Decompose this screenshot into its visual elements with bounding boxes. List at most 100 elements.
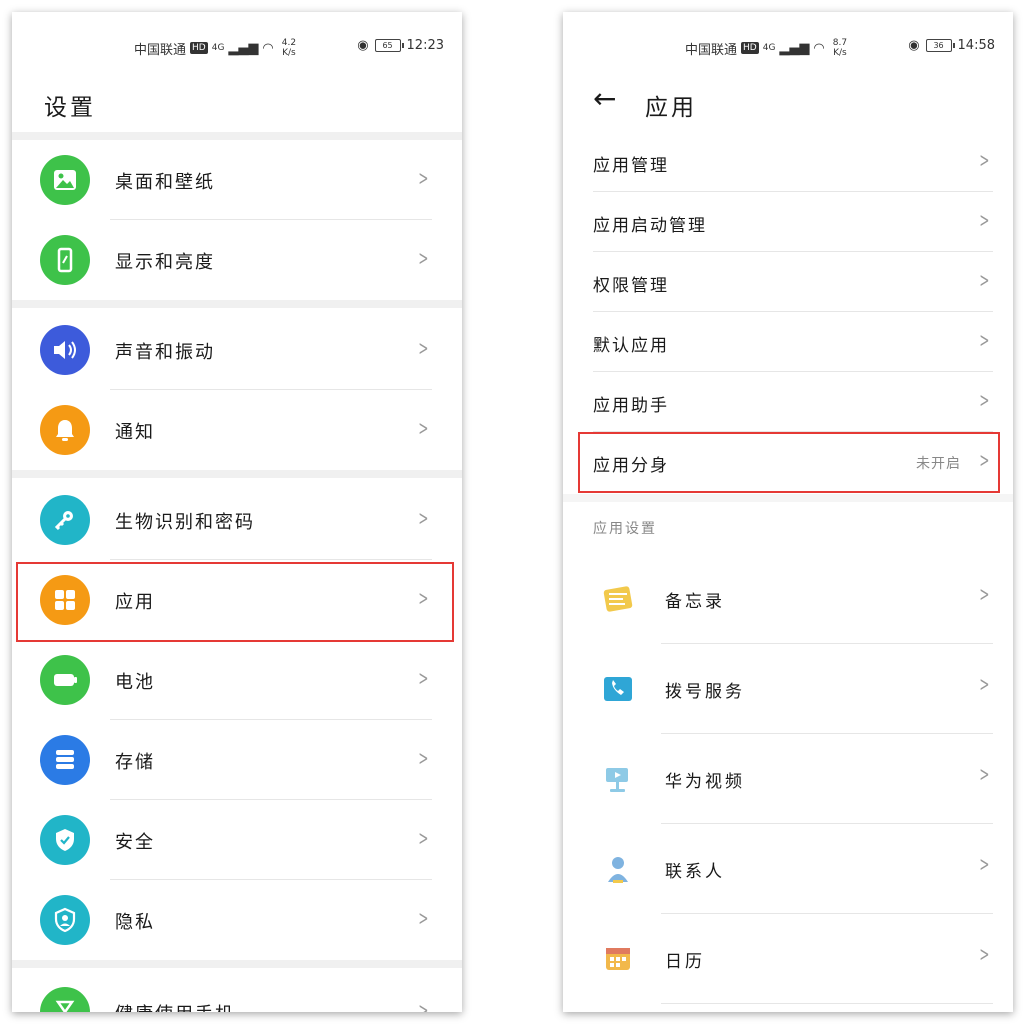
chevron-right-icon: > [418, 906, 429, 930]
item-label: 拨号服务 [665, 682, 745, 702]
signal-icon: ▂▄▆ [228, 40, 259, 56]
item-label: 声音和振动 [115, 342, 215, 363]
shield-icon [40, 815, 90, 865]
status-bar: 中国联通 HD 4G ▂▄▆ ◠ 4.2 K/s ◉ 65 12:23 [12, 12, 462, 74]
section-separator [12, 132, 462, 140]
item-label: 应用助手 [593, 396, 669, 416]
wifi-icon: ◠ [813, 40, 825, 56]
item-label: 安全 [115, 832, 155, 853]
status-bar: 中国联通 HD 4G ▂▄▆ ◠ 8.7 K/s ◉ 36 14:58 [563, 12, 1013, 74]
signal-icon: ▂▄▆ [779, 40, 810, 56]
bell-icon [40, 405, 90, 455]
chevron-right-icon: > [979, 582, 990, 606]
privacy-icon [40, 895, 90, 945]
section-separator [12, 960, 462, 968]
item-label: 应用管理 [593, 156, 669, 176]
item-label: 桌面和壁纸 [115, 172, 215, 193]
carrier-label: 中国联通 [685, 42, 738, 58]
menu-item-default-apps[interactable]: 默认应用 > [563, 312, 1013, 372]
settings-item-notifications[interactable]: 通知 > [12, 390, 462, 470]
menu-item-app-launch[interactable]: 应用启动管理 > [563, 192, 1013, 252]
video-icon [601, 762, 635, 796]
chevron-right-icon: > [979, 328, 990, 352]
chevron-right-icon: > [418, 336, 429, 360]
item-label: 隐私 [115, 912, 155, 933]
notepad-icon [601, 582, 635, 616]
contacts-icon [601, 852, 635, 886]
carrier-label: 中国联通 [134, 42, 187, 58]
eye-comfort-icon: ◉ [357, 38, 369, 53]
item-label: 联系人 [665, 862, 725, 882]
section-separator [12, 300, 462, 308]
settings-item-battery[interactable]: 电池 > [12, 640, 462, 720]
app-item-contacts[interactable]: 联系人 > [563, 824, 1013, 914]
battery-indicator: 36 [925, 39, 955, 52]
section-separator [563, 494, 1013, 502]
back-arrow-icon[interactable]: ← [593, 82, 616, 115]
network-label: 4G [211, 43, 225, 53]
settings-item-security[interactable]: 安全 > [12, 800, 462, 880]
clock: 12:23 [406, 38, 444, 53]
settings-item-display[interactable]: 显示和亮度 > [12, 220, 462, 300]
speed-indicator: 4.2 K/s [282, 38, 296, 58]
battery-icon [40, 655, 90, 705]
settings-item-wallpaper[interactable]: 桌面和壁纸 > [12, 140, 462, 220]
item-label: 健康使用手机 [115, 1000, 235, 1012]
item-label: 通知 [115, 422, 155, 443]
network-label: 4G [762, 43, 776, 53]
item-label: 权限管理 [593, 276, 669, 296]
chevron-right-icon: > [979, 388, 990, 412]
chevron-right-icon: > [979, 942, 990, 966]
chevron-right-icon: > [418, 416, 429, 440]
settings-item-digital-balance[interactable]: 健康使用手机 > [12, 972, 462, 1012]
battery-indicator: 65 [374, 39, 404, 52]
menu-item-app-assistant[interactable]: 应用助手 > [563, 372, 1013, 432]
chevron-right-icon: > [979, 672, 990, 696]
item-label: 显示和亮度 [115, 252, 215, 273]
page-title: 应用 [645, 95, 697, 121]
app-item-dialer[interactable]: 拨号服务 > [563, 644, 1013, 734]
settings-item-biometrics[interactable]: 生物识别和密码 > [12, 480, 462, 560]
chevron-right-icon: > [418, 246, 429, 270]
item-label: 默认应用 [593, 336, 669, 356]
chevron-right-icon: > [979, 268, 990, 292]
speed-unit: K/s [282, 48, 296, 58]
chevron-right-icon: > [418, 998, 429, 1012]
wallpaper-icon [40, 155, 90, 205]
apps-screen: 中国联通 HD 4G ▂▄▆ ◠ 8.7 K/s ◉ 36 14:58 ← 应用 … [563, 12, 1013, 1012]
item-label: 电池 [115, 672, 155, 693]
settings-item-privacy[interactable]: 隐私 > [12, 880, 462, 960]
chevron-right-icon: > [979, 148, 990, 172]
eye-comfort-icon: ◉ [908, 38, 920, 53]
chevron-right-icon: > [418, 746, 429, 770]
speed-indicator: 8.7 K/s [833, 38, 847, 58]
item-label: 应用启动管理 [593, 216, 707, 236]
key-icon [40, 495, 90, 545]
chevron-right-icon: > [979, 852, 990, 876]
chevron-right-icon: > [979, 762, 990, 786]
speed-value: 8.7 [832, 38, 848, 48]
app-item-calendar[interactable]: 日历 > [563, 914, 1013, 1004]
clock: 14:58 [957, 38, 995, 53]
app-item-huawei-video[interactable]: 华为视频 > [563, 734, 1013, 824]
settings-item-storage[interactable]: 存储 > [12, 720, 462, 800]
chevron-right-icon: > [418, 666, 429, 690]
speed-unit: K/s [833, 48, 847, 58]
section-title: 应用设置 [593, 521, 657, 537]
item-label: 日历 [665, 952, 705, 972]
item-label: 生物识别和密码 [115, 512, 255, 533]
item-label: 备忘录 [665, 592, 725, 612]
highlight-box-app-twin [578, 432, 1000, 493]
wifi-icon: ◠ [262, 40, 274, 56]
section-separator [12, 470, 462, 478]
app-item-notepad[interactable]: 备忘录 > [563, 554, 1013, 644]
menu-item-permissions[interactable]: 权限管理 > [563, 252, 1013, 312]
page-title: 设置 [44, 95, 96, 121]
chevron-right-icon: > [979, 208, 990, 232]
menu-item-app-management[interactable]: 应用管理 > [563, 132, 1013, 192]
item-label: 存储 [115, 752, 155, 773]
phone-icon [601, 672, 635, 706]
chevron-right-icon: > [418, 506, 429, 530]
settings-item-sound[interactable]: 声音和振动 > [12, 310, 462, 390]
speed-value: 4.2 [281, 38, 297, 48]
